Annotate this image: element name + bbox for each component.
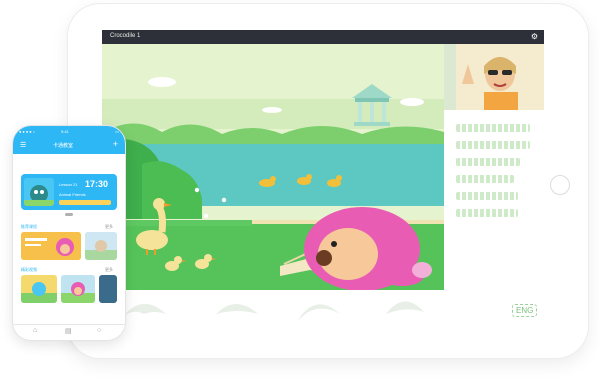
home-icon[interactable]: ⌂: [33, 327, 37, 334]
enter-class-button[interactable]: [59, 200, 111, 205]
lesson-thumbnail: [24, 178, 54, 206]
course-tile[interactable]: [85, 232, 117, 260]
lesson-notes: [456, 124, 530, 226]
phone-frame: ●●●●○ 9:41 ▭ ☰ 卡通教室 + Lesson 21 17:30 An…: [13, 126, 125, 340]
tablet-home-button[interactable]: [550, 175, 570, 195]
app-name: 卡通教室: [53, 143, 74, 149]
character-strip: [122, 301, 424, 320]
note-line: [456, 124, 530, 132]
video-topbar: Crocodile 1 ⚙: [102, 30, 544, 44]
video-tile[interactable]: [61, 275, 95, 303]
video-title: Crocodile 1: [110, 33, 141, 39]
phone-tab-bar: ⌂ ▤ ○: [13, 324, 125, 340]
lesson-date: Lesson 21: [59, 182, 78, 187]
cartoon-video[interactable]: [102, 44, 444, 290]
section-title-recommended: 推荐课程: [21, 224, 37, 229]
cartoon-scene: [102, 44, 444, 290]
language-badge[interactable]: ENG: [512, 304, 538, 317]
menu-icon[interactable]: ☰: [20, 141, 26, 149]
user-icon[interactable]: ○: [97, 327, 101, 334]
section-more-videos[interactable]: 更多: [105, 267, 113, 273]
phone-header: ☰ 卡通教室 +: [13, 136, 125, 154]
note-line: [456, 141, 530, 149]
note-line: [456, 175, 514, 183]
tablet-screen: Crocodile 1 ⚙: [102, 30, 544, 290]
status-time: 9:41: [61, 129, 69, 134]
video-tile[interactable]: [21, 275, 57, 303]
side-panel: [444, 44, 544, 290]
section-more-recommended[interactable]: 更多: [105, 224, 113, 230]
course-tile[interactable]: [21, 232, 81, 260]
teacher-webcam: [444, 44, 544, 110]
note-line: [456, 209, 518, 217]
add-icon[interactable]: +: [113, 139, 118, 149]
carousel-pager: [65, 213, 73, 216]
video-tile[interactable]: [99, 275, 117, 303]
teacher-avatar: [444, 44, 544, 110]
gear-icon[interactable]: ⚙: [531, 32, 538, 41]
signal-icon: ●●●●○: [19, 129, 37, 134]
note-line: [456, 158, 520, 166]
note-line: [456, 192, 518, 200]
upcoming-lesson-card[interactable]: Lesson 21 17:30 Animal Friends: [21, 174, 117, 210]
lesson-desc: Animal Friends: [59, 192, 86, 197]
battery-icon: ▭: [115, 129, 119, 134]
book-icon[interactable]: ▤: [65, 327, 72, 335]
lesson-time: 17:30: [85, 179, 109, 189]
section-title-videos: 精彩视频: [21, 267, 37, 272]
